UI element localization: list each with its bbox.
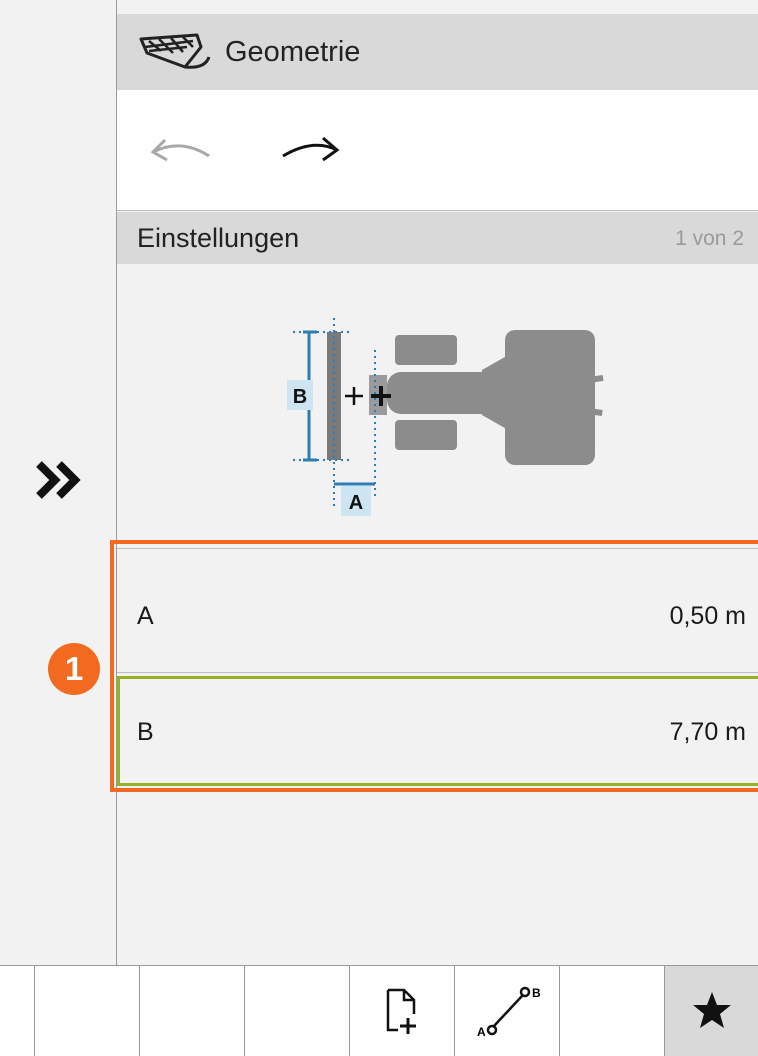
spreader-boom-icon [135, 27, 215, 77]
param-label: A [137, 602, 154, 630]
title-bar: Geometrie [117, 14, 758, 90]
callout-badge: 1 [48, 643, 100, 695]
new-document-icon [386, 988, 416, 1034]
expand-chevron-icon[interactable] [30, 455, 90, 505]
toolbar-button-empty-2[interactable] [139, 966, 243, 1056]
section-header: Einstellungen 1 von 2 [117, 212, 758, 264]
history-bar [117, 90, 758, 211]
page-title: Geometrie [225, 35, 361, 68]
diagram-label-a: A [349, 492, 363, 514]
favorite-button[interactable] [664, 966, 758, 1056]
diagram-label-b: B [293, 386, 307, 408]
bottom-toolbar: A B [0, 965, 758, 1056]
param-value: 0,50 m [669, 602, 746, 630]
ab-label-b: B [532, 986, 541, 1000]
divider [117, 548, 758, 549]
param-row-a[interactable]: A 0,50 m [117, 560, 758, 670]
redo-arrow-icon[interactable] [277, 130, 347, 170]
page-indicator: 1 von 2 [675, 227, 744, 250]
section-title: Einstellungen [137, 223, 300, 253]
new-document-button[interactable] [349, 966, 453, 1056]
toolbar-button-empty-1[interactable] [34, 966, 138, 1056]
divider [117, 672, 758, 673]
toolbar-button-empty-3[interactable] [244, 966, 348, 1056]
param-value: 7,70 m [669, 718, 746, 746]
ab-label-a: A [477, 1025, 486, 1039]
ab-line-button[interactable]: A B [454, 966, 558, 1056]
ab-line-icon: A B [477, 986, 541, 1039]
left-rail [0, 0, 117, 965]
favorite-star-icon [692, 992, 731, 1028]
undo-arrow-icon[interactable] [147, 130, 217, 170]
param-row-b[interactable]: B 7,70 m [117, 676, 758, 786]
toolbar-button-empty-4[interactable] [559, 966, 663, 1056]
param-label: B [137, 718, 154, 746]
geometry-panel: Geometrie Einstellungen 1 von 2 B A A 0,… [117, 0, 758, 965]
tractor-geometry-icon: B A [287, 310, 607, 520]
